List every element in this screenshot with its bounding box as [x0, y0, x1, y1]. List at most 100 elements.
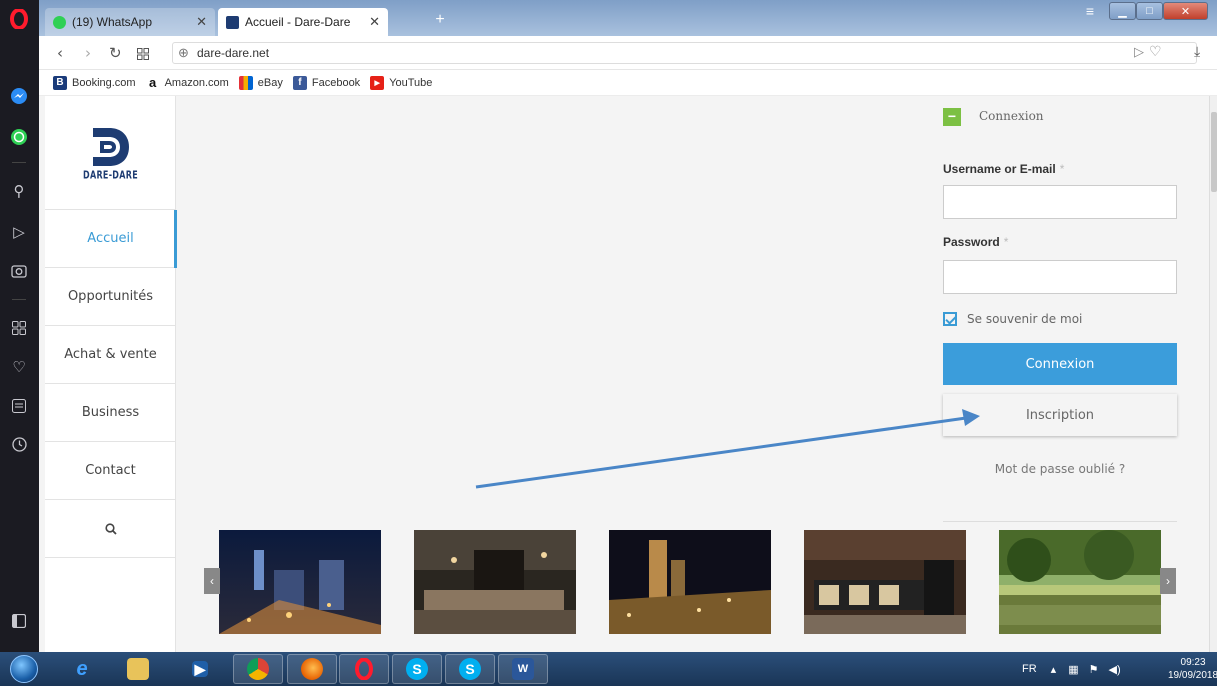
remember-label: Se souvenir de moi: [967, 312, 1083, 326]
search-icon[interactable]: ⚲: [8, 180, 30, 202]
gallery-image-hotel-lobby[interactable]: [804, 530, 966, 634]
minimize-button[interactable]: ▁: [1109, 2, 1136, 20]
remember-me-checkbox[interactable]: Se souvenir de moi: [943, 312, 1082, 326]
close-tab-icon[interactable]: ✕: [196, 14, 207, 30]
tab-whatsapp[interactable]: (19) WhatsApp ✕: [45, 8, 215, 36]
facebook-icon: f: [292, 75, 307, 90]
opera-menu-icon[interactable]: [8, 8, 30, 30]
download-icon[interactable]: ⤓: [1194, 44, 1200, 60]
bookmark-amazon[interactable]: a Amazon.com: [146, 75, 229, 90]
scrollbar-thumb[interactable]: [1211, 112, 1217, 192]
page-scrollbar[interactable]: [1209, 96, 1217, 652]
media-player-icon[interactable]: ▶: [180, 654, 220, 684]
gallery-image-skyline-night[interactable]: [609, 530, 771, 634]
language-indicator[interactable]: FR: [1022, 663, 1037, 675]
maximize-button[interactable]: □: [1136, 2, 1163, 20]
snapshot-icon[interactable]: [8, 260, 30, 282]
dare-dare-logo-icon: [91, 126, 131, 168]
site-search-button[interactable]: [45, 500, 176, 558]
tab-menu-icon[interactable]: ≡: [1082, 2, 1098, 20]
system-tray: FR ▴ ▦ ⚑ ◀): [1022, 652, 1121, 686]
messenger-icon[interactable]: [8, 85, 30, 107]
amazon-icon: a: [148, 75, 157, 90]
firefox-icon[interactable]: [287, 654, 337, 684]
flow-send-icon[interactable]: ▷: [1134, 45, 1144, 60]
clock-date: 19/09/2018: [1168, 670, 1217, 681]
collapse-toggle[interactable]: −: [943, 108, 961, 126]
nav-business[interactable]: Business: [45, 384, 176, 442]
close-window-button[interactable]: ✕: [1163, 2, 1208, 20]
nav-label: Contact: [85, 463, 136, 478]
nav-label: Opportunités: [67, 289, 154, 304]
globe-icon: ⊕: [178, 45, 189, 60]
bookmark-youtube[interactable]: ▶ YouTube: [370, 75, 432, 90]
register-button[interactable]: Inscription: [943, 394, 1177, 436]
slider-prev-button[interactable]: ‹: [204, 568, 220, 594]
forgot-password-link[interactable]: Mot de passe oublié ?: [943, 462, 1177, 476]
booking-icon: B: [53, 75, 67, 90]
nav-contact[interactable]: Contact: [45, 442, 176, 500]
password-input[interactable]: [943, 260, 1177, 294]
search-icon: [104, 522, 117, 535]
tab-label: (19) WhatsApp: [72, 15, 153, 29]
slider-next-button[interactable]: ›: [1160, 568, 1176, 594]
chrome-icon[interactable]: [233, 654, 283, 684]
action-center-flag-icon[interactable]: ⚑: [1089, 663, 1099, 676]
browser-titlebar: (19) WhatsApp ✕ Accueil - Dare-Dare ✕ + …: [39, 0, 1217, 36]
nav-accueil[interactable]: Accueil: [45, 210, 177, 268]
whatsapp-icon[interactable]: [8, 126, 30, 148]
nav-achat-vente[interactable]: Achat & vente: [45, 326, 176, 384]
network-icon[interactable]: ▦: [1068, 663, 1078, 676]
address-toolbar: ‹ › ↻ ⊕ dare-dare.net ▷ ♡ ⤓: [39, 36, 1217, 70]
reload-icon[interactable]: ↻: [109, 44, 122, 62]
skype-icon[interactable]: S: [445, 654, 495, 684]
tab-label: Accueil - Dare-Dare: [245, 15, 351, 29]
checkbox-checked-icon: [943, 312, 957, 326]
gallery-image-hotel-lounge[interactable]: [414, 530, 576, 634]
login-button[interactable]: Connexion: [943, 343, 1177, 385]
nav-label: Accueil: [87, 231, 134, 246]
sidebar-toggle-icon[interactable]: [8, 610, 30, 632]
heart-icon[interactable]: ♡: [8, 356, 30, 378]
close-tab-icon[interactable]: ✕: [369, 14, 380, 30]
internet-explorer-icon[interactable]: e: [62, 654, 102, 684]
url-text: dare-dare.net: [197, 46, 270, 60]
ebay-icon: [238, 75, 253, 90]
word-icon[interactable]: W: [498, 654, 548, 684]
new-tab-button[interactable]: +: [432, 12, 448, 28]
clock-time: 09:23: [1180, 657, 1206, 668]
tabs-grid-icon[interactable]: [137, 46, 149, 64]
speed-dial-icon[interactable]: [8, 317, 30, 339]
username-label: Username or E-mail *: [943, 162, 1065, 176]
bookmark-heart-icon[interactable]: ♡: [1149, 44, 1162, 60]
divider: [943, 521, 1177, 522]
opera-icon[interactable]: [339, 654, 389, 684]
start-button[interactable]: [10, 655, 38, 683]
site-logo[interactable]: DARE-DARE: [45, 96, 176, 210]
bookmark-booking[interactable]: B Booking.com: [53, 75, 136, 90]
url-bar[interactable]: ⊕ dare-dare.net: [172, 42, 1197, 64]
gallery-image-city-night[interactable]: [219, 530, 381, 634]
flow-icon[interactable]: ▷: [8, 221, 30, 243]
show-hidden-icons[interactable]: ▴: [1051, 663, 1057, 676]
history-icon[interactable]: [8, 433, 30, 455]
opera-sidebar: ⚲ ▷ ♡: [0, 0, 39, 652]
gallery-image-park-lake[interactable]: [999, 530, 1161, 634]
clock[interactable]: 09:23 19/09/2018: [1168, 656, 1217, 682]
volume-icon[interactable]: ◀): [1108, 663, 1120, 676]
news-icon[interactable]: [8, 395, 30, 417]
bookmark-facebook[interactable]: f Facebook: [292, 75, 360, 90]
skype-icon[interactable]: S: [392, 654, 442, 684]
file-explorer-icon[interactable]: [118, 654, 158, 684]
bookmarks-bar: B Booking.com a Amazon.com eBay f Facebo…: [39, 70, 1217, 96]
sidebar-divider: [12, 162, 26, 163]
nav-label: Business: [81, 405, 140, 420]
username-input[interactable]: [943, 185, 1177, 219]
tab-accueil[interactable]: Accueil - Dare-Dare ✕: [218, 8, 388, 36]
back-icon[interactable]: ‹: [57, 44, 63, 62]
bookmark-ebay[interactable]: eBay: [238, 75, 283, 90]
forward-icon[interactable]: ›: [85, 44, 91, 62]
sidebar-divider: [12, 299, 26, 300]
nav-opportunites[interactable]: Opportunités: [45, 268, 176, 326]
nav-label: Achat & vente: [64, 347, 157, 362]
